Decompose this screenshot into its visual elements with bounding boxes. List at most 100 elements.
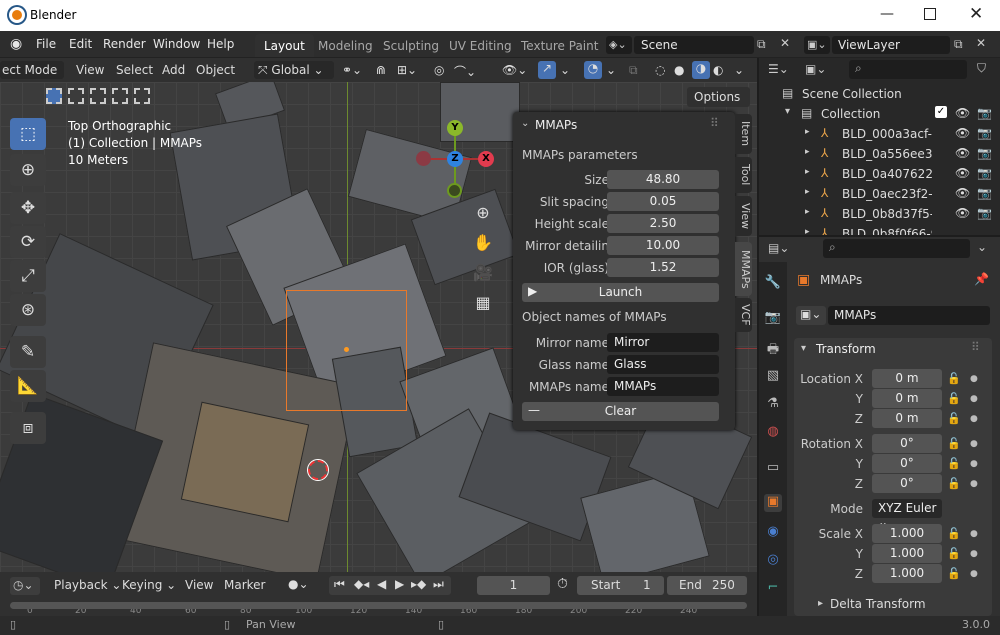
cursor-tool-icon[interactable]: ⊕ bbox=[10, 154, 46, 186]
blender-menu-icon[interactable]: ◉ bbox=[10, 36, 22, 52]
timeline-view-menu[interactable]: View bbox=[185, 578, 213, 592]
measure-tool-icon[interactable]: 📐 bbox=[10, 370, 46, 402]
tab-item[interactable]: Item bbox=[735, 114, 752, 154]
gizmo-dropdown-icon[interactable]: ⌄ bbox=[560, 63, 570, 77]
select-mode-new-icon[interactable] bbox=[46, 88, 62, 104]
zoom-icon[interactable]: ⊕ bbox=[470, 200, 496, 226]
jump-start-icon[interactable]: ⏮ bbox=[334, 577, 345, 592]
keyframe-dot-icon[interactable]: ● bbox=[970, 439, 978, 449]
material-shading-icon[interactable]: ◑ bbox=[692, 61, 710, 79]
object-row[interactable]: ▸ ⅄ BLD_0b8d37f5-d2 👁 📷 bbox=[759, 204, 1000, 224]
render-camera-icon[interactable]: 📷 bbox=[977, 206, 992, 220]
end-frame-field[interactable]: End 250 bbox=[667, 576, 747, 595]
current-frame-field[interactable]: 1 bbox=[477, 576, 550, 595]
object-name-input[interactable]: MMAPs bbox=[828, 306, 990, 325]
outliner-editor-type-icon[interactable]: ☰⌄ bbox=[768, 62, 789, 76]
outliner-search-input[interactable]: ⌕ bbox=[849, 60, 967, 79]
menu-render[interactable]: Render bbox=[103, 37, 146, 51]
next-keyframe-icon[interactable]: ▸◆ bbox=[411, 577, 426, 591]
select-mode-invert-icon[interactable] bbox=[112, 88, 128, 104]
lock-icon[interactable]: 🔓 bbox=[947, 457, 961, 470]
render-tab-icon[interactable]: 📷 bbox=[764, 310, 782, 328]
prev-keyframe-icon[interactable]: ◆◂ bbox=[354, 577, 369, 591]
falloff-icon[interactable]: ⌒⌄ bbox=[454, 63, 476, 80]
expand-icon[interactable]: ▾ bbox=[785, 106, 790, 117]
start-frame-field[interactable]: Start 1 bbox=[577, 576, 664, 595]
keyframe-dot-icon[interactable]: ● bbox=[970, 394, 978, 404]
keyframe-dot-icon[interactable]: ● bbox=[970, 549, 978, 559]
render-camera-icon[interactable]: 📷 bbox=[977, 106, 992, 120]
display-mode-icon[interactable]: ▣⌄ bbox=[805, 62, 826, 76]
menu-help[interactable]: Help bbox=[207, 37, 234, 51]
expand-icon[interactable]: ▸ bbox=[805, 167, 810, 177]
keyframe-dot-icon[interactable]: ● bbox=[970, 529, 978, 539]
menu-view[interactable]: View bbox=[76, 63, 104, 77]
tab-view[interactable]: View bbox=[735, 196, 752, 236]
rotation-x-field[interactable]: 0° bbox=[872, 434, 942, 453]
proportional-edit-icon[interactable]: ◎ bbox=[434, 63, 444, 77]
timeline-marker-menu[interactable]: Marker bbox=[224, 578, 265, 592]
collection-tab-icon[interactable]: ▭ bbox=[764, 460, 782, 478]
object-row[interactable]: ▸ ⅄ BLD_0aec23f2-bb 👁 📷 bbox=[759, 184, 1000, 204]
tool-tab-icon[interactable]: 🔧 bbox=[764, 275, 782, 293]
tab-uv-editing[interactable]: UV Editing bbox=[440, 34, 521, 57]
annotate-tool-icon[interactable]: ✎ bbox=[10, 336, 46, 368]
lock-icon[interactable]: 🔓 bbox=[947, 547, 961, 560]
tab-texture-paint[interactable]: Texture Paint bbox=[512, 34, 607, 57]
size-field[interactable]: 48.80 bbox=[607, 170, 719, 189]
tab-sculpting[interactable]: Sculpting bbox=[374, 34, 448, 57]
visibility-eye-icon[interactable]: 👁 bbox=[955, 106, 970, 120]
keyframe-dot-icon[interactable]: ● bbox=[970, 569, 978, 579]
view-layer-tab-icon[interactable]: ▧ bbox=[764, 368, 782, 386]
object-row[interactable]: ▸ ⅄ BLD_0a556ee3-a 👁 📷 bbox=[759, 144, 1000, 164]
scene-name-field[interactable]: Scene bbox=[634, 36, 754, 54]
play-reverse-icon[interactable]: ◀ bbox=[377, 577, 386, 591]
navigation-gizmo[interactable]: Y Z X bbox=[415, 118, 497, 200]
editor-type-icon[interactable]: ◷⌄ bbox=[10, 577, 40, 595]
launch-button[interactable]: ▶ Launch bbox=[522, 283, 719, 302]
keyframe-dot-icon[interactable]: ● bbox=[970, 459, 978, 469]
scale-z-field[interactable]: 1.000 bbox=[872, 564, 942, 583]
expand-icon[interactable]: ▸ bbox=[805, 227, 810, 235]
playback-dropdown[interactable]: Playback ⌄ bbox=[54, 578, 121, 592]
new-scene-icon[interactable]: ⧉ bbox=[757, 37, 766, 52]
render-camera-icon[interactable]: 📷 bbox=[977, 186, 992, 200]
ortho-grid-icon[interactable]: ▦ bbox=[470, 290, 496, 316]
wireframe-shading-icon[interactable]: ◌ bbox=[655, 63, 665, 77]
menu-file[interactable]: File bbox=[36, 37, 56, 51]
object-row[interactable]: ▸ ⅄ BLD_000a3acf-28 👁 📷 bbox=[759, 124, 1000, 144]
object-row[interactable]: ▸ ⅄ BLD_0b8f0f66-96 bbox=[759, 224, 1000, 235]
gizmo-toggle-icon[interactable]: ↗ bbox=[538, 61, 556, 79]
render-camera-icon[interactable]: 📷 bbox=[977, 146, 992, 160]
modifier-tab-icon[interactable]: ◉ bbox=[764, 524, 782, 542]
physics-tab-icon[interactable]: ◎ bbox=[764, 552, 782, 570]
view-layer-field[interactable]: ViewLayer bbox=[832, 36, 950, 54]
keyframe-dot-icon[interactable]: ● bbox=[970, 479, 978, 489]
transform-header[interactable]: Transform bbox=[816, 342, 876, 356]
gizmo-x-handle[interactable]: X bbox=[478, 151, 494, 167]
location-z-field[interactable]: 0 m bbox=[872, 409, 942, 428]
new-view-layer-icon[interactable]: ⧉ bbox=[954, 37, 963, 52]
location-x-field[interactable]: 0 m bbox=[872, 369, 942, 388]
height-scale-field[interactable]: 2.50 bbox=[607, 214, 719, 233]
select-mode-extend-icon[interactable] bbox=[68, 88, 84, 104]
record-icon[interactable]: ●⌄ bbox=[288, 577, 309, 591]
visibility-eye-icon[interactable]: 👁 bbox=[955, 186, 970, 200]
rotation-mode-dropdown[interactable]: XYZ Euler ⌄ bbox=[872, 499, 942, 529]
collection-row[interactable]: ▾ ▤ Collection ✓ 👁 📷 bbox=[759, 104, 1000, 124]
visibility-eye-icon[interactable]: 👁 bbox=[955, 146, 970, 160]
menu-window[interactable]: Window bbox=[153, 37, 200, 51]
clear-button[interactable]: — Clear bbox=[522, 402, 719, 421]
props-editor-type-icon[interactable]: ▤⌄ bbox=[768, 241, 789, 255]
gizmo-neg-x-handle[interactable] bbox=[416, 151, 431, 166]
object-tab-icon[interactable]: ▣ bbox=[764, 494, 782, 512]
rendered-shading-icon[interactable]: ◐ bbox=[713, 63, 723, 77]
keying-dropdown[interactable]: Keying ⌄ bbox=[122, 578, 176, 592]
mmaps-name-input[interactable]: MMAPs bbox=[607, 377, 719, 396]
xray-icon[interactable]: ⧉ bbox=[629, 63, 638, 78]
lock-icon[interactable]: 🔓 bbox=[947, 372, 961, 385]
menu-object[interactable]: Object bbox=[196, 63, 235, 77]
gizmo-z-handle[interactable]: Z bbox=[447, 151, 463, 167]
tab-layout[interactable]: Layout bbox=[255, 34, 314, 57]
add-cube-tool-icon[interactable]: ⧈ bbox=[10, 412, 46, 444]
